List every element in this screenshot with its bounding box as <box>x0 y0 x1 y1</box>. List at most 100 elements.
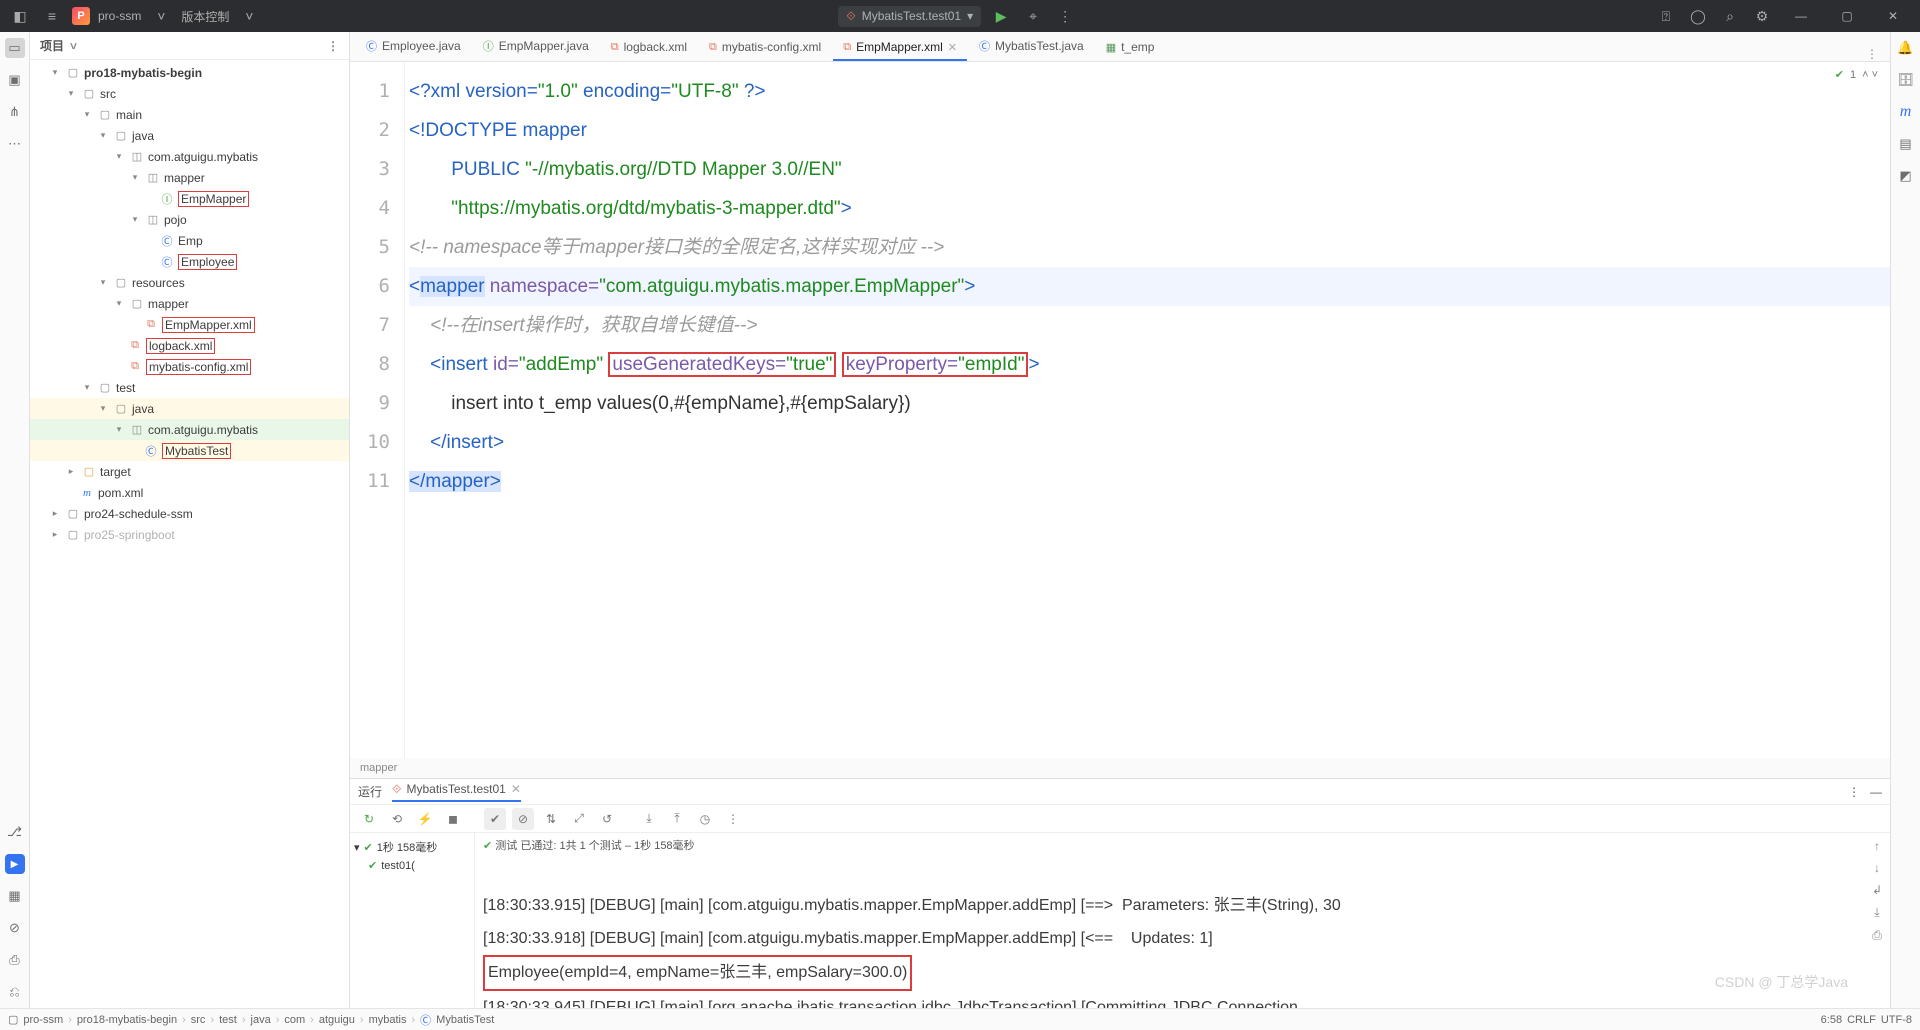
code-with-me-icon[interactable]: ⍰ <box>1654 8 1678 25</box>
run-tab-test[interactable]: ⟐MybatisTest.test01✕ <box>392 782 521 802</box>
run-tab-run[interactable]: 运行 <box>358 783 382 800</box>
tab-empmapper-java[interactable]: ⒾEmpMapper.java <box>473 33 599 61</box>
search-icon[interactable]: ⌕ <box>1718 8 1742 25</box>
show-ignored-icon[interactable]: ⊘ <box>512 808 534 830</box>
panel-minimize-icon[interactable]: — <box>1870 785 1882 799</box>
tree-item[interactable]: Employee <box>178 254 237 270</box>
tree-item[interactable]: target <box>100 465 131 479</box>
tab-empmapper-xml[interactable]: ⧉EmpMapper.xml✕ <box>833 35 967 61</box>
expand-icon[interactable]: ⤢ <box>568 808 590 830</box>
notifications-icon[interactable]: 🔔 <box>1896 38 1916 58</box>
tree-item[interactable]: main <box>116 108 142 122</box>
database-icon[interactable]: 🗄 <box>1896 70 1916 90</box>
show-passed-icon[interactable]: ✔ <box>484 808 506 830</box>
tree-item[interactable]: pro18-mybatis-begin <box>84 66 202 80</box>
tree-item[interactable]: src <box>100 87 116 101</box>
chevron-down-icon[interactable]: ˅ <box>149 8 173 24</box>
rerun-failed-icon[interactable]: ⟲ <box>386 808 408 830</box>
maven-icon[interactable]: m <box>1896 102 1916 122</box>
tree-item[interactable]: logback.xml <box>146 338 215 354</box>
more-icon[interactable]: ⋯ <box>5 134 25 154</box>
tree-item[interactable]: MybatisTest <box>162 443 231 459</box>
debug-button[interactable]: ⌖ <box>1021 8 1045 25</box>
project-tree[interactable]: ▾▢pro18-mybatis-begin ▾▢src ▾▢main ▾▢jav… <box>30 60 349 1008</box>
vcs-menu[interactable]: 版本控制 <box>181 8 229 25</box>
tree-item[interactable]: mapper <box>164 171 205 185</box>
tree-item[interactable]: com.atguigu.mybatis <box>148 423 258 437</box>
run-config-selector[interactable]: ⟐ MybatisTest.test01 ▾ <box>838 6 981 27</box>
export-icon[interactable]: ⤒ <box>666 808 688 830</box>
run-button[interactable]: ▶ <box>989 8 1013 25</box>
rerun-icon[interactable]: ↻ <box>358 808 380 830</box>
problems-icon[interactable]: ⊘ <box>5 918 25 938</box>
stop-icon[interactable]: ◼ <box>442 808 464 830</box>
tree-item[interactable]: EmpMapper <box>178 191 249 207</box>
tree-item[interactable]: Emp <box>178 234 203 248</box>
plugin-icon[interactable]: ◩ <box>1896 166 1916 186</box>
file-encoding[interactable]: UTF-8 <box>1881 1014 1912 1026</box>
tab-mybatistest[interactable]: ⒸMybatisTest.java <box>969 33 1094 61</box>
tree-item[interactable]: test <box>116 381 135 395</box>
tree-item[interactable]: pom.xml <box>98 486 143 500</box>
tree-item[interactable]: pojo <box>164 213 187 227</box>
scroll-up-icon[interactable]: ↑ <box>1874 839 1880 853</box>
chevron-down-icon[interactable]: ˅ <box>237 8 261 24</box>
hamburger-icon[interactable]: ≡ <box>40 8 64 24</box>
sort-icon[interactable]: ⇅ <box>540 808 562 830</box>
chevron-down-icon[interactable]: ˅ <box>70 39 77 53</box>
toggle-auto-icon[interactable]: ⚡ <box>414 808 436 830</box>
line-separator[interactable]: CRLF <box>1847 1014 1876 1026</box>
tab-mybatis-config[interactable]: ⧉mybatis-config.xml <box>699 35 831 61</box>
project-name[interactable]: pro-ssm <box>98 9 141 23</box>
console-output[interactable]: [18:30:33.915] [DEBUG] [main] [com.atgui… <box>475 857 1864 1008</box>
inspection-widget[interactable]: ✔ 1 ˄ ˅ <box>1835 68 1878 81</box>
tree-item[interactable]: EmpMapper.xml <box>162 317 255 333</box>
more-icon[interactable]: ⋮ <box>722 808 744 830</box>
minimize-button[interactable]: — <box>1782 9 1820 23</box>
soft-wrap-icon[interactable]: ↲ <box>1872 883 1882 897</box>
print-icon[interactable]: ⎙ <box>1872 928 1882 943</box>
code-content[interactable]: <?xml version="1.0" encoding="UTF-8" ?> … <box>405 62 1890 758</box>
panel-more-icon[interactable]: ⋮ <box>1848 785 1860 799</box>
test-tree[interactable]: ▾✔1秒 158毫秒 ✔test01( <box>350 833 475 1008</box>
tree-item[interactable]: com.atguigu.mybatis <box>148 150 258 164</box>
tree-item[interactable]: pro24-schedule-ssm <box>84 507 193 521</box>
bookmarks-icon[interactable]: ▣ <box>5 70 25 90</box>
panel-more-icon[interactable]: ⋮ <box>327 39 339 53</box>
tree-item[interactable]: resources <box>132 276 185 290</box>
tree-item[interactable]: pro25-springboot <box>84 528 175 542</box>
scroll-down-icon[interactable]: ↓ <box>1874 861 1880 875</box>
close-icon[interactable]: ✕ <box>948 41 957 54</box>
tree-item[interactable]: java <box>132 402 154 416</box>
gradle-icon[interactable]: ▤ <box>1896 134 1916 154</box>
project-tool-icon[interactable]: ▭ <box>5 38 25 58</box>
terminal-icon[interactable]: ⎙ <box>5 950 25 970</box>
tabs-more-icon[interactable]: ⋮ <box>1854 47 1890 61</box>
history-icon[interactable]: ◷ <box>694 808 716 830</box>
titlebar: ◧ ≡ P pro-ssm ˅ 版本控制 ˅ ⟐ MybatisTest.tes… <box>0 0 1920 32</box>
tree-item[interactable]: mapper <box>148 297 189 311</box>
services-icon[interactable]: ▦ <box>5 886 25 906</box>
maximize-button[interactable]: ▢ <box>1828 9 1866 23</box>
tab-logback[interactable]: ⧉logback.xml <box>601 35 697 61</box>
scroll-to-end-icon[interactable]: ⤓ <box>1874 905 1879 920</box>
git-icon[interactable]: ⎇ <box>5 822 25 842</box>
updates-icon[interactable]: ◯ <box>1686 8 1710 25</box>
settings-icon[interactable]: ⚙ <box>1750 8 1774 25</box>
collapse-icon[interactable]: ↺ <box>596 808 618 830</box>
tab-employee[interactable]: ⒸEmployee.java <box>356 33 471 61</box>
structure-icon[interactable]: ⋔ <box>5 102 25 122</box>
import-icon[interactable]: ⤓ <box>638 808 660 830</box>
close-button[interactable]: ✕ <box>1874 9 1912 23</box>
vcs-tool-icon[interactable]: ⎌ <box>5 982 25 1002</box>
tree-item[interactable]: java <box>132 129 154 143</box>
project-logo[interactable]: P <box>72 7 90 25</box>
navigation-bar[interactable]: ▢ pro-ssm› pro18-mybatis-begin› src› tes… <box>0 1008 1920 1030</box>
more-actions-icon[interactable]: ⋮ <box>1053 8 1077 25</box>
tree-item[interactable]: mybatis-config.xml <box>146 359 251 375</box>
tab-temp[interactable]: ▦t_emp <box>1096 35 1165 61</box>
caret-position[interactable]: 6:58 <box>1821 1014 1842 1026</box>
editor-breadcrumb[interactable]: mapper <box>350 758 1890 778</box>
run-tool-icon[interactable]: ▶ <box>5 854 25 874</box>
code-editor[interactable]: 1234567891011 <?xml version="1.0" encodi… <box>350 62 1890 758</box>
